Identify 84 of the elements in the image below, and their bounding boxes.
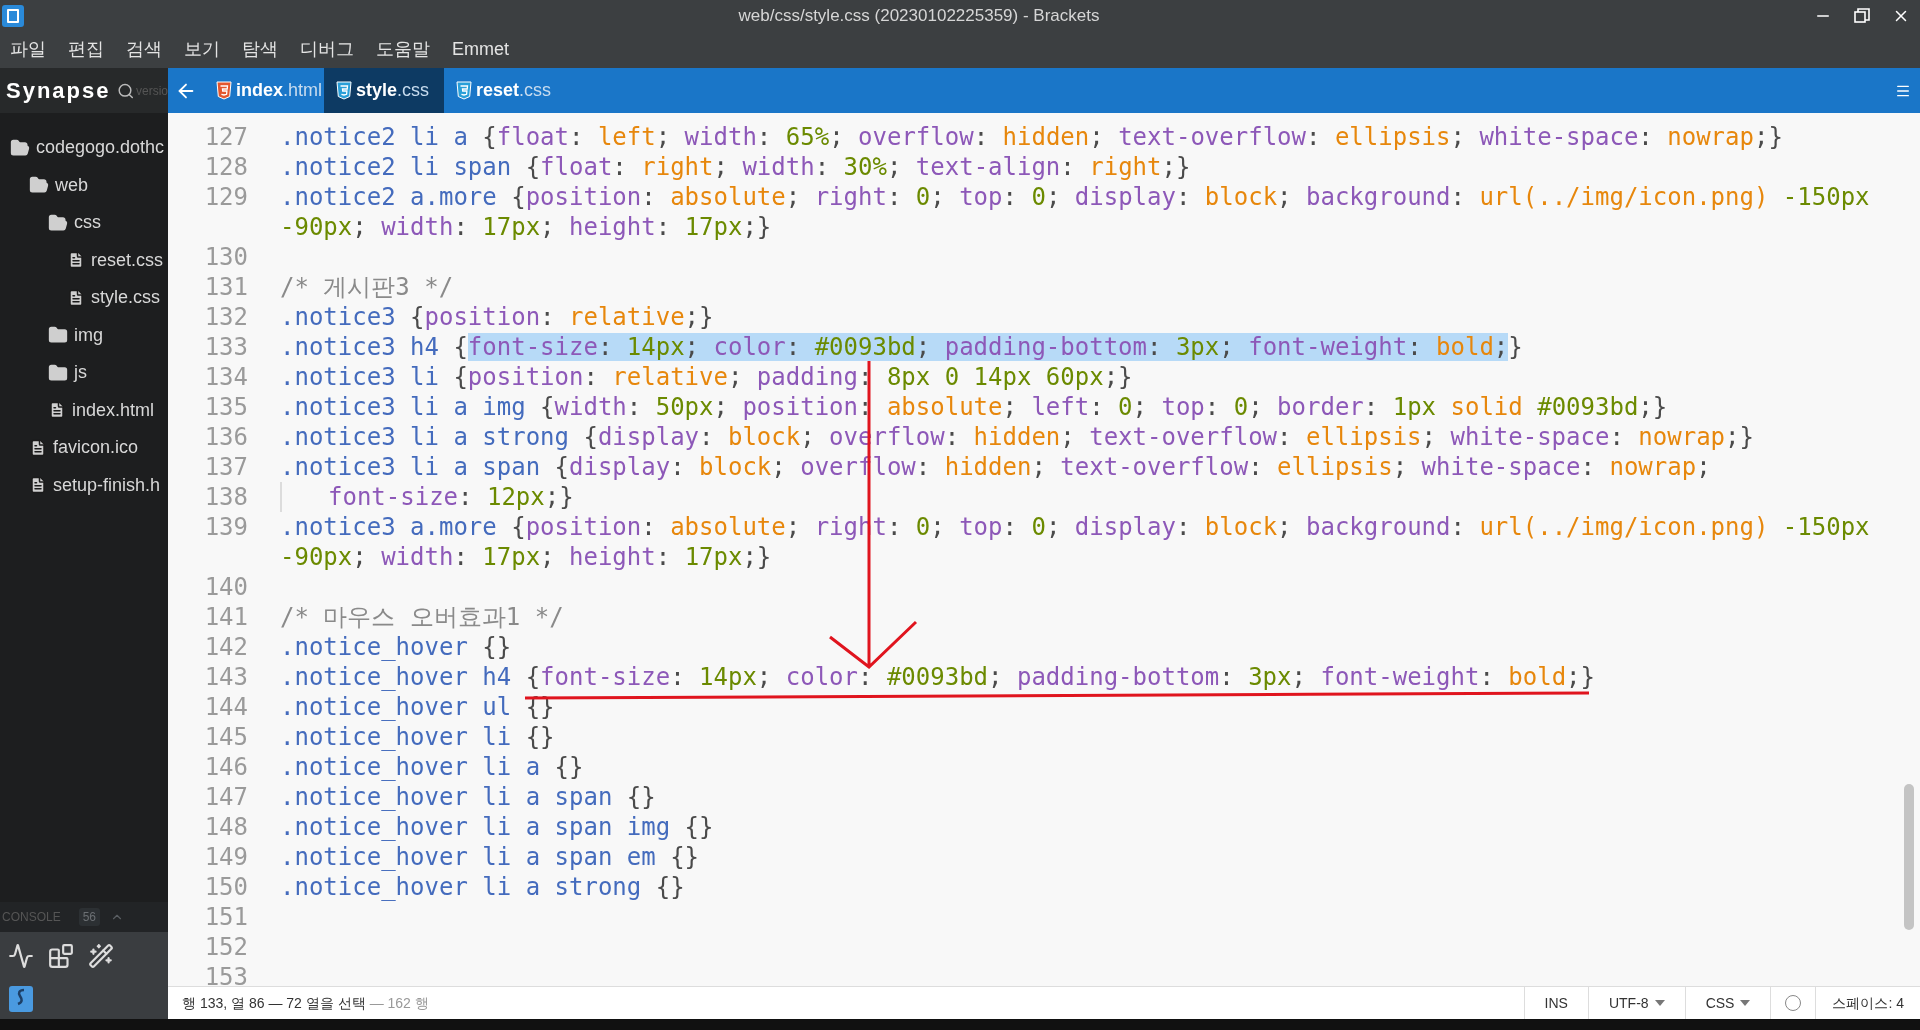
app-logo-icon bbox=[2, 4, 24, 27]
line-number: 140 bbox=[204, 573, 248, 601]
window-title: web/css/style.css (20230102225359) - Brackets bbox=[738, 4, 1100, 27]
scrollbar-thumb[interactable] bbox=[1904, 784, 1914, 930]
line-number: 129 bbox=[204, 183, 248, 211]
line-number: 142 bbox=[204, 633, 248, 661]
tree-item[interactable]: style.css bbox=[91, 284, 160, 312]
line-number: 138 bbox=[204, 483, 248, 511]
line-number: 149 bbox=[204, 843, 248, 871]
tree-item[interactable]: favicon.ico bbox=[53, 434, 139, 462]
cursor-position: 행 133, 열 86 — 72 열을 선택 bbox=[181, 993, 366, 1013]
code-line: .notice_hover h4 {font-size: 14px; color: #0093bd; padding-bottom: 3px; font-weight: bold;} bbox=[280, 662, 1595, 692]
line-count: — 162 행 bbox=[369, 993, 429, 1013]
caret-icon bbox=[1654, 1000, 1665, 1006]
file-type-icon bbox=[456, 81, 472, 100]
code-line: .notice2 li span {float: right; width: 30%; text-align: right;} bbox=[280, 152, 1191, 182]
tree-item[interactable]: js bbox=[74, 359, 87, 387]
menu-item[interactable]: 탐색 bbox=[242, 36, 278, 63]
code-line: .notice3 li a img {width: 50px; position: absolute; left: 0; top: 0; border: 1px solid #0093bd;} bbox=[280, 392, 1668, 422]
chart-icon[interactable] bbox=[8, 942, 34, 969]
tree-item[interactable]: css bbox=[74, 209, 101, 237]
code-line: .notice_hover li a span em {} bbox=[280, 842, 700, 872]
code-line: -90px; width: 17px; height: 17px;} bbox=[280, 542, 772, 572]
code-line: .notice3 li {position: relative; padding: 8px 0 14px 60px;} bbox=[280, 362, 1133, 392]
code-line: .notice2 li a {float: left; width: 65%; overflow: hidden; text-overflow: ellipsis; white-space: nowrap;} bbox=[280, 122, 1783, 152]
line-number: 137 bbox=[204, 453, 248, 481]
code-line: /* 게시판3 */ bbox=[280, 272, 454, 302]
line-number: 153 bbox=[204, 963, 248, 986]
menu-item[interactable]: 파일 bbox=[10, 36, 46, 63]
code-line: .notice3 {position: relative;} bbox=[280, 302, 714, 332]
menu-item[interactable]: 편집 bbox=[68, 36, 104, 63]
tree-item[interactable]: index.html bbox=[72, 396, 155, 424]
code-line: .notice_hover li {} bbox=[280, 722, 555, 752]
tree-item[interactable]: img bbox=[74, 321, 103, 349]
line-number: 152 bbox=[204, 933, 248, 961]
line-number: 132 bbox=[204, 303, 248, 331]
line-number: 128 bbox=[204, 153, 248, 181]
line-number: 141 bbox=[204, 603, 248, 631]
line-number: 144 bbox=[204, 693, 248, 721]
code-line: .notice_hover li a strong {} bbox=[280, 872, 685, 902]
line-number: 127 bbox=[204, 123, 248, 151]
line-number: 133 bbox=[204, 333, 248, 361]
caret-icon bbox=[1740, 1000, 1751, 1006]
line-number: 146 bbox=[204, 753, 248, 781]
sidebar-title: Synapse bbox=[6, 77, 111, 105]
tree-item[interactable]: codegogo.dothc bbox=[36, 134, 165, 162]
restore-icon[interactable] bbox=[1854, 7, 1870, 24]
code-line: font-size: 12px;} bbox=[328, 482, 574, 512]
file-tab[interactable]: index.html bbox=[204, 68, 324, 113]
line-number: 150 bbox=[204, 873, 248, 901]
line-number: 151 bbox=[204, 903, 248, 931]
code-line: -90px; width: 17px; height: 17px;} bbox=[280, 212, 772, 242]
menu-item[interactable]: 도움말 bbox=[376, 36, 430, 63]
menu-item[interactable]: Emmet bbox=[452, 36, 509, 63]
line-number: 130 bbox=[204, 243, 248, 271]
tree-item[interactable]: reset.css bbox=[91, 246, 164, 274]
code-line: .notice_hover li a span {} bbox=[280, 782, 656, 812]
code-line: .notice2 a.more {position: absolute; right: 0; top: 0; display: block; background: url(../img/icon.png) -150px bbox=[280, 182, 1870, 212]
line-number: 131 bbox=[204, 273, 248, 301]
tree-item[interactable]: setup-finish.h bbox=[53, 471, 161, 499]
line-number: 143 bbox=[204, 663, 248, 691]
file-type-icon bbox=[216, 81, 232, 100]
extension-logo-icon[interactable] bbox=[8, 985, 34, 1013]
code-line: .notice_hover li a span img {} bbox=[280, 812, 714, 842]
code-line: .notice_hover li a {} bbox=[280, 752, 584, 782]
menu-item[interactable]: 디버그 bbox=[300, 36, 354, 63]
line-number: 147 bbox=[204, 783, 248, 811]
magic-wand-icon[interactable] bbox=[88, 942, 114, 969]
brick-icon[interactable] bbox=[48, 942, 74, 969]
line-number: 136 bbox=[204, 423, 248, 451]
line-number: 145 bbox=[204, 723, 248, 751]
console-count: 56 bbox=[78, 908, 101, 926]
menu-item[interactable]: 검색 bbox=[126, 36, 162, 63]
tree-item[interactable]: web bbox=[55, 171, 89, 199]
line-number: 134 bbox=[204, 363, 248, 391]
code-line: .notice_hover {} bbox=[280, 632, 512, 662]
file-type-icon bbox=[336, 81, 352, 100]
menu-item[interactable]: 보기 bbox=[184, 36, 220, 63]
line-number: 135 bbox=[204, 393, 248, 421]
file-tab[interactable]: style.css bbox=[324, 68, 444, 113]
code-line: /* 마우스 오버효과1 */ bbox=[280, 602, 564, 632]
line-number: 139 bbox=[204, 513, 248, 541]
file-tab[interactable]: reset.css bbox=[444, 68, 564, 113]
line-number: 148 bbox=[204, 813, 248, 841]
